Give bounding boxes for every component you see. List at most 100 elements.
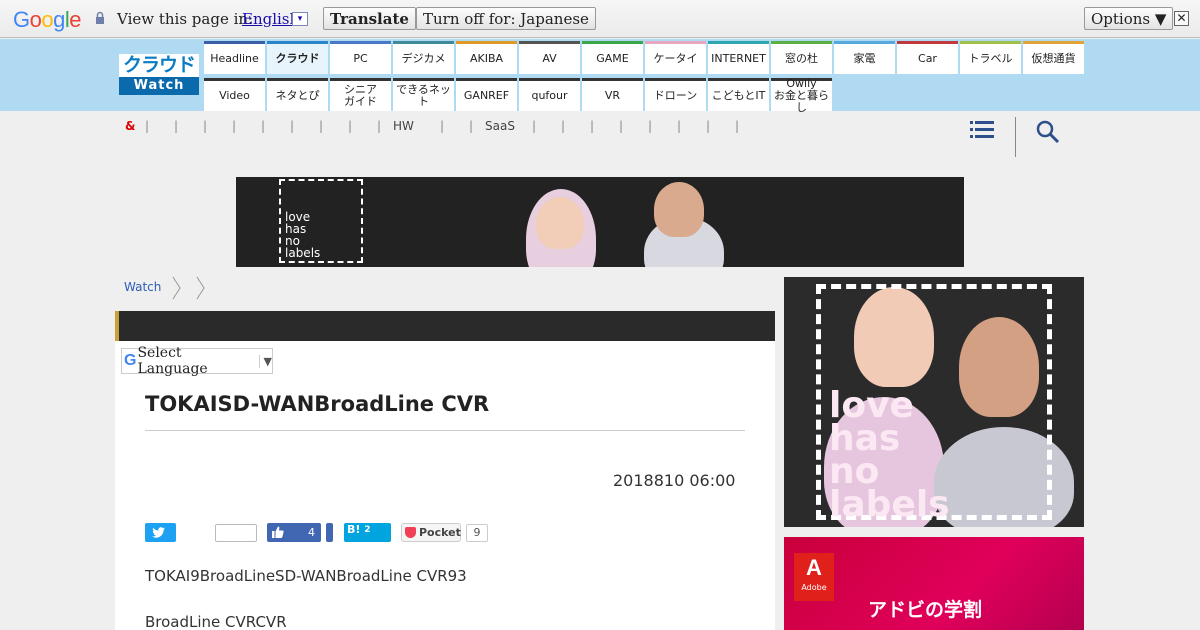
nav-item-sub-5[interactable]: qufour (519, 78, 580, 111)
banner-ad[interactable]: love has no labels (236, 177, 964, 267)
facebook-like-button[interactable]: 4 (267, 523, 321, 542)
subnav-link[interactable]: SaaS (485, 119, 515, 133)
nav-item-sub-9[interactable]: Owlly お金と暮らし (771, 78, 832, 114)
google-logo-letter: e (69, 7, 82, 32)
share-count-box (215, 524, 257, 542)
language-dropdown-icon[interactable]: ▾ (292, 12, 308, 26)
article-header-bar (115, 311, 775, 341)
select-language-dropdown[interactable]: G Select Language ▼ (121, 345, 273, 377)
logo-top-text: クラウド (119, 54, 199, 77)
nav-item-1[interactable]: クラウド (267, 41, 328, 74)
dropdown-arrow-icon: ▼ (258, 354, 272, 368)
nav-item-sub-4[interactable]: GANREF (456, 78, 517, 111)
nav-item-13[interactable]: 仮想通貨 (1023, 41, 1084, 74)
translate-bar: Google View this page in: English ▾ Tran… (0, 0, 1200, 38)
twitter-bird-icon (152, 527, 165, 538)
site-logo[interactable]: クラウド Watch (119, 54, 199, 95)
subnav-separator: | (469, 119, 474, 133)
chevron-right-icon (196, 276, 205, 300)
subnav-separator: | (677, 119, 682, 133)
ad-slogan-box: love has no labels (816, 284, 1052, 523)
nav-row-primary: Headline クラウド PC デジカメ AKIBA AV GAME ケータイ INTERNE… (204, 41, 1084, 76)
google-logo-letter: o (41, 7, 54, 32)
nav-item-3[interactable]: デジカメ (393, 41, 454, 74)
nav-item-0[interactable]: Headline (204, 41, 265, 74)
sidebar-ad-love-has-no-labels[interactable]: love has no labels (784, 277, 1084, 527)
nav-item-10[interactable]: 家電 (834, 41, 895, 74)
twitter-share-button[interactable] (145, 523, 176, 542)
breadcrumb-home-link[interactable]: Watch (124, 280, 161, 294)
turn-off-button[interactable]: Turn off for: Japanese (416, 7, 596, 30)
options-button[interactable]: Options ▼ (1084, 7, 1174, 30)
pocket-count: 9 (466, 524, 488, 542)
subnav-separator: | (232, 119, 237, 133)
adobe-brand-text: Adobe (801, 583, 827, 592)
close-icon[interactable]: ✕ (1174, 11, 1189, 26)
nav-item-sub-8[interactable]: こどもとIT (708, 78, 769, 111)
menu-list-icon[interactable] (970, 120, 994, 140)
hatena-label: B! (347, 523, 361, 536)
nav-item-sub-6[interactable]: VR (582, 78, 643, 111)
nav-item-4[interactable]: AKIBA (456, 41, 517, 74)
subnav-separator: | (619, 119, 624, 133)
nav-item-sub-1[interactable]: ネタとぴ (267, 78, 328, 111)
subnav-separator: | (261, 119, 266, 133)
nav-item-12[interactable]: トラベル (960, 41, 1021, 74)
nav-item-11[interactable]: Car (897, 41, 958, 74)
subnav-separator: | (706, 119, 711, 133)
hatena-count: 2 (364, 525, 371, 535)
google-g-icon: G (124, 352, 137, 369)
article-date: 2018810 06:00 (613, 471, 736, 490)
subnav-separator: | (648, 119, 653, 133)
subnav-separator: | (377, 119, 382, 133)
nav-item-2[interactable]: PC (330, 41, 391, 74)
nav-item-sub-2[interactable]: シニア ガイド (330, 78, 391, 111)
ad-child-face (536, 197, 584, 249)
sidebar-ad-adobe[interactable]: A Adobe アドビの学割 (784, 537, 1084, 630)
nav-item-8[interactable]: INTERNET (708, 41, 769, 74)
nav-item-9[interactable]: 窓の杜 (771, 41, 832, 74)
search-icon[interactable] (1036, 120, 1060, 144)
logo-bottom-text: Watch (119, 77, 199, 95)
subnav-separator: | (735, 119, 740, 133)
nav-item-7[interactable]: ケータイ (645, 41, 706, 74)
subnav-separator: | (348, 119, 353, 133)
thumbs-up-icon (272, 526, 284, 538)
subnav-separator: | (319, 119, 324, 133)
subnav-amp[interactable]: & (125, 119, 135, 133)
google-logo-letter: G (13, 7, 30, 32)
like-button-tail (326, 523, 333, 542)
pocket-button[interactable]: Pocket (401, 523, 461, 542)
nav-item-sub-3[interactable]: できるネット (393, 78, 454, 111)
site-header: クラウド Watch Headline クラウド PC デジカメ AKIBA AV GAME… (0, 39, 1200, 114)
like-count: 4 (308, 526, 315, 539)
article-paragraph: TOKAI9BroadLineSD-WANBroadLine CVR93 (145, 567, 467, 585)
subnav-separator: | (590, 119, 595, 133)
subnav-separator: | (440, 119, 445, 133)
hatena-bookmark-button[interactable]: B! 2 (344, 523, 391, 542)
subnav-separator: | (290, 119, 295, 133)
nav-item-sub-0[interactable]: Video (204, 78, 265, 111)
ad-slogan-box: love has no labels (279, 179, 363, 263)
select-language-label: Select Language (137, 345, 208, 377)
subnav-separator: | (203, 119, 208, 133)
language-link[interactable]: English (242, 10, 299, 28)
google-logo-letter: o (29, 7, 42, 32)
subnav-separator: | (561, 119, 566, 133)
subnav-link[interactable]: HW (393, 119, 414, 133)
google-logo: Google (13, 7, 82, 33)
article-paragraph: BroadLine CVRCVR (145, 613, 287, 630)
article: G Select Language ▼ TOKAISD-WANBroadLine… (115, 311, 775, 630)
pocket-icon (405, 527, 416, 538)
adobe-a-icon: A (806, 555, 822, 580)
translate-button[interactable]: Translate (323, 7, 416, 30)
nav-item-sub-7[interactable]: ドローン (645, 78, 706, 111)
lock-icon (96, 11, 104, 24)
view-page-text: View this page in: (117, 10, 254, 28)
nav-item-5[interactable]: AV (519, 41, 580, 74)
subnav-separator: | (532, 119, 537, 133)
ad-child-face (654, 182, 704, 237)
breadcrumb: Watch (124, 280, 161, 294)
nav-item-6[interactable]: GAME (582, 41, 643, 74)
chevron-right-icon (172, 276, 181, 300)
